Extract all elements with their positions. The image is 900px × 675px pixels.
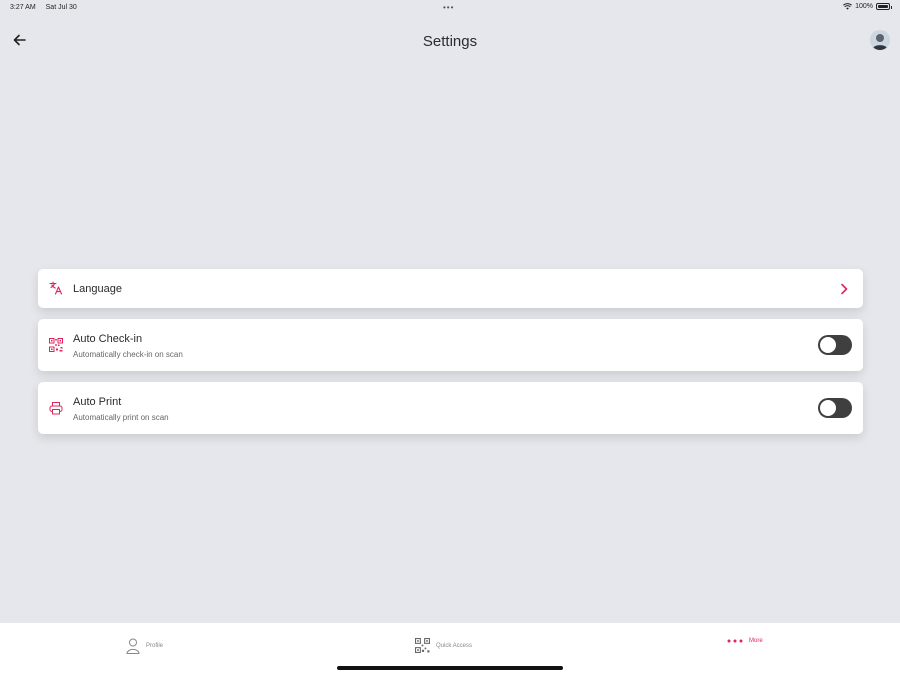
qr-code-icon bbox=[49, 338, 63, 357]
page-title: Settings bbox=[422, 33, 478, 50]
tab-more[interactable]: More bbox=[727, 638, 763, 644]
wifi-icon bbox=[843, 3, 853, 10]
tab-profile[interactable]: Profile bbox=[126, 638, 163, 654]
battery-icon bbox=[876, 3, 892, 10]
avatar[interactable] bbox=[870, 30, 890, 50]
multitasking-dots-icon[interactable]: ••• bbox=[443, 3, 454, 12]
auto-print-toggle[interactable] bbox=[818, 398, 852, 418]
auto-checkin-description: Automatically check-in on scan bbox=[73, 350, 183, 359]
translate-icon bbox=[49, 281, 63, 300]
user-avatar-icon bbox=[870, 30, 890, 50]
battery-fill bbox=[878, 5, 888, 8]
language-setting[interactable]: Language bbox=[38, 269, 863, 308]
person-icon bbox=[126, 638, 140, 654]
language-label: Language bbox=[73, 283, 122, 295]
status-date: Sat Jul 30 bbox=[45, 4, 77, 11]
qr-code-icon bbox=[415, 638, 430, 653]
battery-percent: 100% bbox=[855, 3, 873, 10]
auto-print-label: Auto Print bbox=[73, 396, 122, 408]
tab-quick-access[interactable]: Quick Access bbox=[415, 638, 472, 653]
auto-print-setting: Auto Print Automatically print on scan bbox=[38, 382, 863, 434]
auto-checkin-setting: Auto Check-in Automatically check-in on … bbox=[38, 319, 863, 371]
tab-bar: Profile Quick Access More bbox=[0, 623, 900, 675]
printer-icon bbox=[49, 401, 63, 420]
status-right: 100% bbox=[843, 3, 892, 10]
status-left: 3:27 AM Sat Jul 30 bbox=[10, 4, 85, 11]
tab-profile-label: Profile bbox=[146, 643, 164, 649]
home-indicator[interactable] bbox=[337, 666, 563, 670]
tab-quick-access-label: Quick Access bbox=[436, 642, 473, 649]
auto-print-description: Automatically print on scan bbox=[73, 413, 169, 422]
auto-checkin-label: Auto Check-in bbox=[73, 333, 143, 345]
chevron-right-icon bbox=[839, 282, 849, 300]
status-time: 3:27 AM bbox=[10, 4, 36, 11]
nav-bar: Settings bbox=[0, 24, 900, 58]
status-bar: 3:27 AM Sat Jul 30 ••• 100% bbox=[0, 0, 900, 16]
tab-more-label: More bbox=[749, 638, 763, 644]
toggle-knob bbox=[820, 400, 836, 416]
auto-checkin-toggle[interactable] bbox=[818, 335, 852, 355]
more-dots-icon bbox=[727, 639, 743, 643]
toggle-knob bbox=[820, 337, 836, 353]
